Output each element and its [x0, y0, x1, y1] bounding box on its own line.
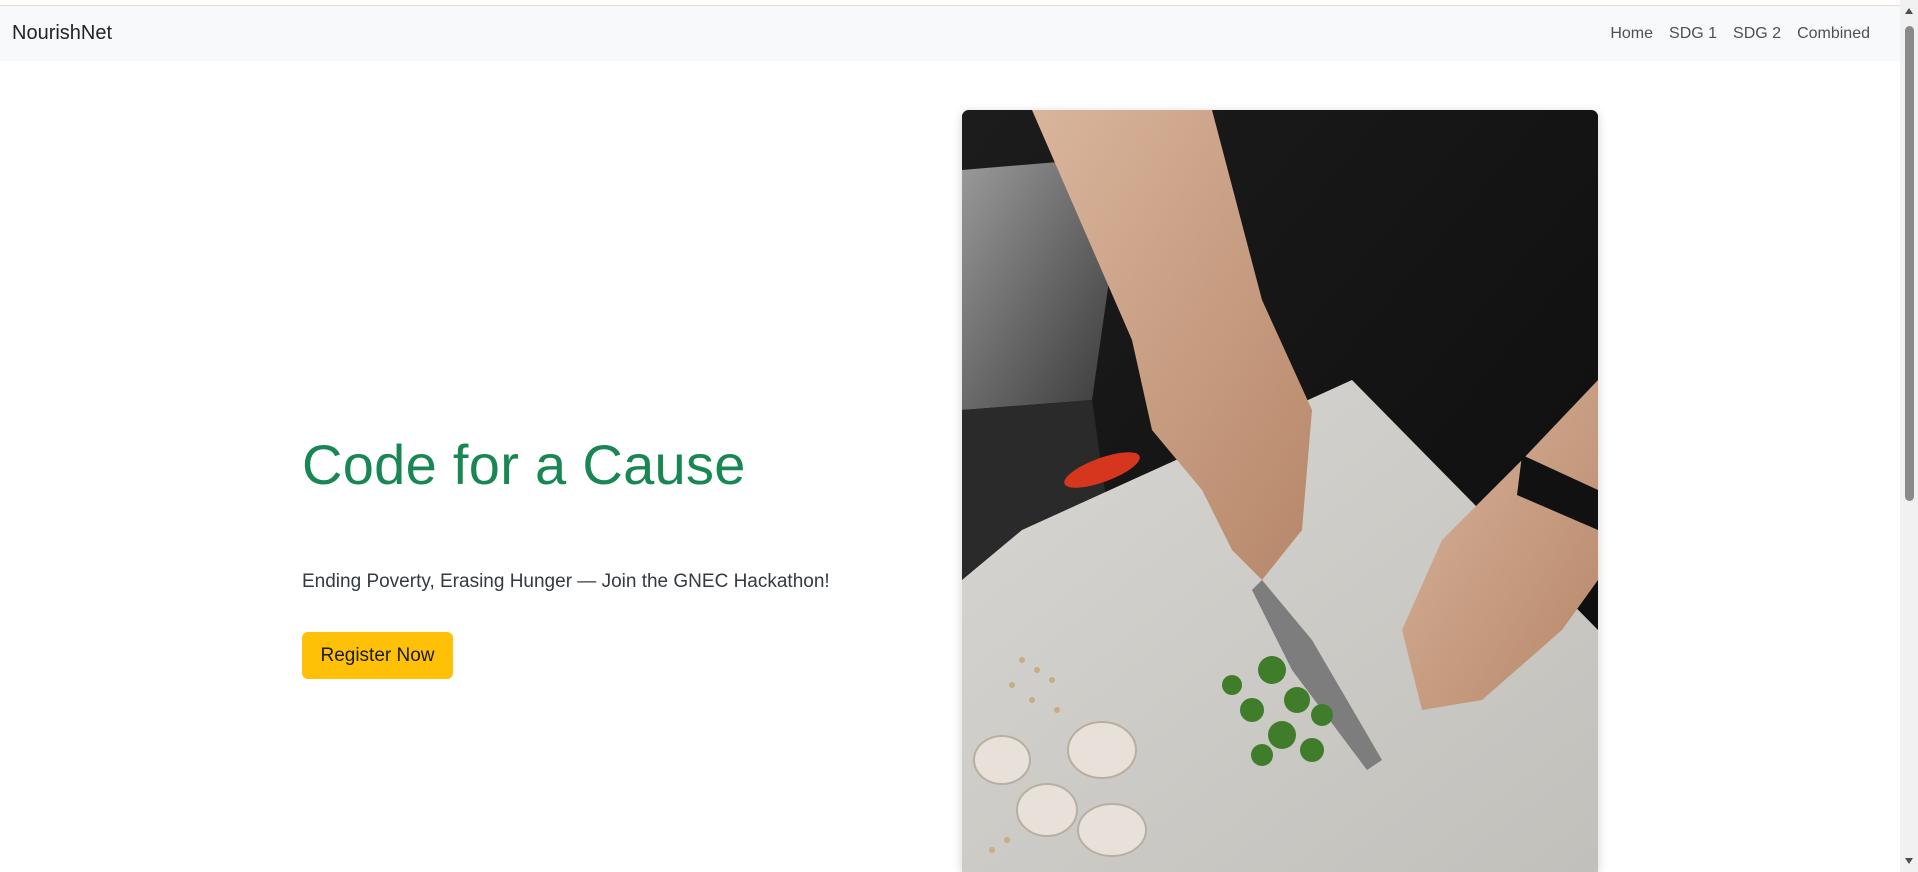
nav-link-combined[interactable]: Combined [1789, 25, 1878, 43]
navbar: NourishNet Home SDG 1 SDG 2 Combined [0, 6, 1900, 61]
vertical-scrollbar[interactable] [1900, 0, 1918, 872]
hero-subtitle: Ending Poverty, Erasing Hunger — Join th… [302, 571, 830, 592]
scroll-up-icon[interactable] [1900, 3, 1918, 19]
page: NourishNet Home SDG 1 SDG 2 Combined Cod… [0, 0, 1918, 872]
nav-link-sdg2[interactable]: SDG 2 [1725, 25, 1789, 43]
nav-links: Home SDG 1 SDG 2 Combined [1602, 25, 1878, 43]
scroll-down-icon[interactable] [1900, 853, 1918, 869]
hero-image [962, 110, 1598, 872]
nav-link-home[interactable]: Home [1602, 25, 1661, 43]
register-now-button[interactable]: Register Now [302, 632, 453, 679]
brand-link[interactable]: NourishNet [12, 22, 112, 45]
nav-link-sdg1[interactable]: SDG 1 [1661, 25, 1725, 43]
hero-title: Code for a Cause [302, 433, 746, 496]
scrollbar-thumb[interactable] [1905, 26, 1914, 501]
